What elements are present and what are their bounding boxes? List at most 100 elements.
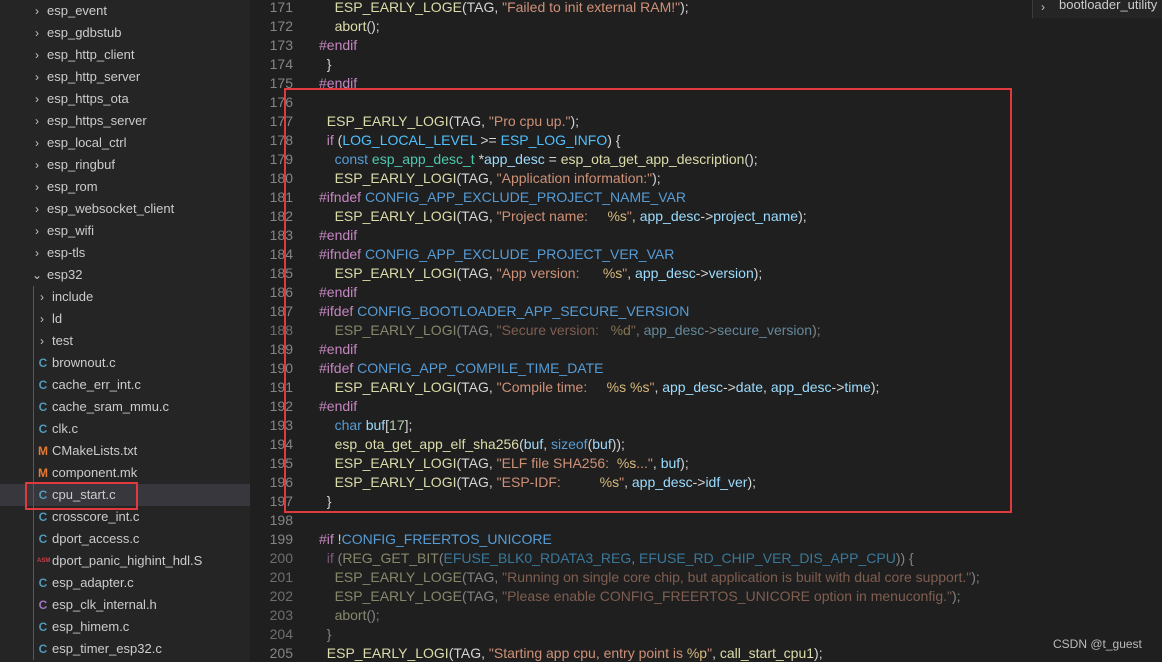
tree-item-esp-timer-esp32-c[interactable]: Cesp_timer_esp32.c [0,638,250,660]
code-line[interactable]: 199 #if !CONFIG_FREERTOS_UNICORE [250,530,1162,549]
code-text: #ifdef CONFIG_APP_COMPILE_TIME_DATE [319,359,604,378]
code-line[interactable]: 195 ESP_EARLY_LOGI(TAG, "ELF file SHA256… [250,454,1162,473]
code-line[interactable]: 172 abort(); [250,17,1162,36]
code-line[interactable]: 171 ESP_EARLY_LOGE(TAG, "Failed to init … [250,0,1162,17]
code-text: } [319,492,332,511]
code-line[interactable]: 196 ESP_EARLY_LOGI(TAG, "ESP-IDF: %s", a… [250,473,1162,492]
tree-item-test[interactable]: › test [0,330,250,352]
code-line[interactable]: 187 #ifdef CONFIG_BOOTLOADER_APP_SECURE_V… [250,302,1162,321]
code-token: ); [680,455,689,471]
code-line[interactable]: 182 ESP_EARLY_LOGI(TAG, "Project name: %… [250,207,1162,226]
tree-item-esp-https-ota[interactable]: › esp_https_ota [0,88,250,110]
tree-item-esp-event[interactable]: › esp_event [0,0,250,22]
code-line[interactable]: 192 #endif [250,397,1162,416]
code-line[interactable]: 178 if (LOG_LOCAL_LEVEL >= ESP_LOG_INFO)… [250,131,1162,150]
code-token: time [844,379,871,395]
code-line[interactable]: 190 #ifdef CONFIG_APP_COMPILE_TIME_DATE [250,359,1162,378]
tree-item-esp-clk-internal-h[interactable]: Cesp_clk_internal.h [0,594,250,616]
code-line[interactable]: 189 #endif [250,340,1162,359]
tree-item-cache-err-int-c[interactable]: Ccache_err_int.c [0,374,250,396]
code-token: app_desc [639,208,701,224]
chevron-right-icon[interactable]: › [32,0,42,22]
chevron-down-icon[interactable]: ⌄ [32,264,42,286]
code-line[interactable]: 186 #endif [250,283,1162,302]
tree-item-ld[interactable]: › ld [0,308,250,330]
tree-item-component-mk[interactable]: Mcomponent.mk [0,462,250,484]
chevron-right-icon[interactable]: › [32,132,42,154]
chevron-right-icon[interactable]: › [37,286,47,308]
code-line[interactable]: 203 abort(); [250,606,1162,625]
code-line[interactable]: 200 if (REG_GET_BIT(EFUSE_BLK0_RDATA3_RE… [250,549,1162,568]
chevron-right-icon[interactable]: › [37,330,47,352]
code-line[interactable]: 188 ESP_EARLY_LOGI(TAG, "Secure version:… [250,321,1162,340]
code-line[interactable]: 205 ESP_EARLY_LOGI(TAG, "Starting app cp… [250,644,1162,662]
tree-item-esp-tls[interactable]: › esp-tls [0,242,250,264]
tree-item-cmakelists-txt[interactable]: M CMakeLists.txt [0,440,250,462]
tree-item-esp-http-server[interactable]: › esp_http_server [0,66,250,88]
tree-item-esp-adapter-c[interactable]: Cesp_adapter.c [0,572,250,594]
chevron-right-icon[interactable]: › [32,220,42,242]
code-line[interactable]: 174 } [250,55,1162,74]
chevron-right-icon[interactable]: › [37,308,47,330]
line-number: 187 [269,303,293,319]
tree-item-esp-https-server[interactable]: › esp_https_server [0,110,250,132]
code-line[interactable]: 180 ESP_EARLY_LOGI(TAG, "Application inf… [250,169,1162,188]
code-line[interactable]: 184 #ifndef CONFIG_APP_EXCLUDE_PROJECT_VE… [250,245,1162,264]
tree-item-esp-himem-c[interactable]: Cesp_himem.c [0,616,250,638]
tree-item-esp-ringbuf[interactable]: › esp_ringbuf [0,154,250,176]
tree-item-crosscore-int-c[interactable]: Ccrosscore_int.c [0,506,250,528]
chevron-right-icon[interactable]: › [32,242,42,264]
tree-item-esp32[interactable]: ⌄ esp32 [0,264,250,286]
code-line[interactable]: 183 #endif [250,226,1162,245]
tree-item-esp-http-client[interactable]: › esp_http_client [0,44,250,66]
c-file-icon: C [38,422,48,436]
code-line[interactable]: 197 } [250,492,1162,511]
chevron-right-icon[interactable]: › [32,198,42,220]
code-token: ); [798,208,807,224]
chevron-right-icon[interactable]: › [32,22,42,44]
code-line[interactable]: 194 esp_ota_get_app_elf_sha256(buf, size… [250,435,1162,454]
tree-item-dport-access-c[interactable]: Cdport_access.c [0,528,250,550]
chevron-right-icon[interactable]: › [32,44,42,66]
code-line[interactable]: 191 ESP_EARLY_LOGI(TAG, "Compile time: %… [250,378,1162,397]
code-line[interactable]: 185 ESP_EARLY_LOGI(TAG, "App version: %s… [250,264,1162,283]
sticky-scroll-outline[interactable]: › bootloader_utility [1032,0,1162,18]
tree-item-brownout-c[interactable]: Cbrownout.c [0,352,250,374]
code-line[interactable]: 198 [250,511,1162,530]
tree-item-esp-rom[interactable]: › esp_rom [0,176,250,198]
code-line[interactable]: 204 } [250,625,1162,644]
code-text: ESP_EARLY_LOGE(TAG, "Running on single c… [319,568,980,587]
c-file-icon: C [38,532,48,546]
code-line[interactable]: 175 #endif [250,74,1162,93]
code-line[interactable]: 176 [250,93,1162,112]
tree-item-esp-gdbstub[interactable]: › esp_gdbstub [0,22,250,44]
code-text: #ifndef CONFIG_APP_EXCLUDE_PROJECT_NAME_… [319,188,686,207]
code-line[interactable]: 173 #endif [250,36,1162,55]
tree-item-esp-websocket-client[interactable]: › esp_websocket_client [0,198,250,220]
chevron-right-icon[interactable]: › [32,88,42,110]
code-line[interactable]: 201 ESP_EARLY_LOGE(TAG, "Running on sing… [250,568,1162,587]
code-line[interactable]: 179 const esp_app_desc_t *app_desc = esp… [250,150,1162,169]
tree-item-include[interactable]: › include [0,286,250,308]
chevron-right-icon[interactable]: › [32,110,42,132]
tree-item-dport-panic-highint-hdl-s[interactable]: ASM dport_panic_highint_hdl.S [0,550,250,572]
code-line[interactable]: 181 #ifndef CONFIG_APP_EXCLUDE_PROJECT_NA… [250,188,1162,207]
tree-item-clk-c[interactable]: Cclk.c [0,418,250,440]
tree-item-esp-local-ctrl[interactable]: › esp_local_ctrl [0,132,250,154]
tree-item-cpu-start-c[interactable]: Ccpu_start.c [0,484,250,506]
chevron-right-icon[interactable]: › [32,176,42,198]
tree-item-esp-wifi[interactable]: › esp_wifi [0,220,250,242]
code-editor[interactable]: 171 ESP_EARLY_LOGE(TAG, "Failed to init … [250,0,1162,662]
indent-guide [33,286,34,660]
code-line[interactable]: 202 ESP_EARLY_LOGE(TAG, "Please enable C… [250,587,1162,606]
tree-item-cache-sram-mmu-c[interactable]: Ccache_sram_mmu.c [0,396,250,418]
code-line[interactable]: 193 char buf[17]; [250,416,1162,435]
code-token: REG_GET_BIT [342,550,439,566]
chevron-right-icon[interactable]: › [32,66,42,88]
code-token: date [735,379,764,395]
chevron-right-icon[interactable]: › [32,154,42,176]
code-text: ESP_EARLY_LOGI(TAG, "Secure version: %d"… [319,321,821,340]
code-line[interactable]: 177 ESP_EARLY_LOGI(TAG, "Pro cpu up."); [250,112,1162,131]
